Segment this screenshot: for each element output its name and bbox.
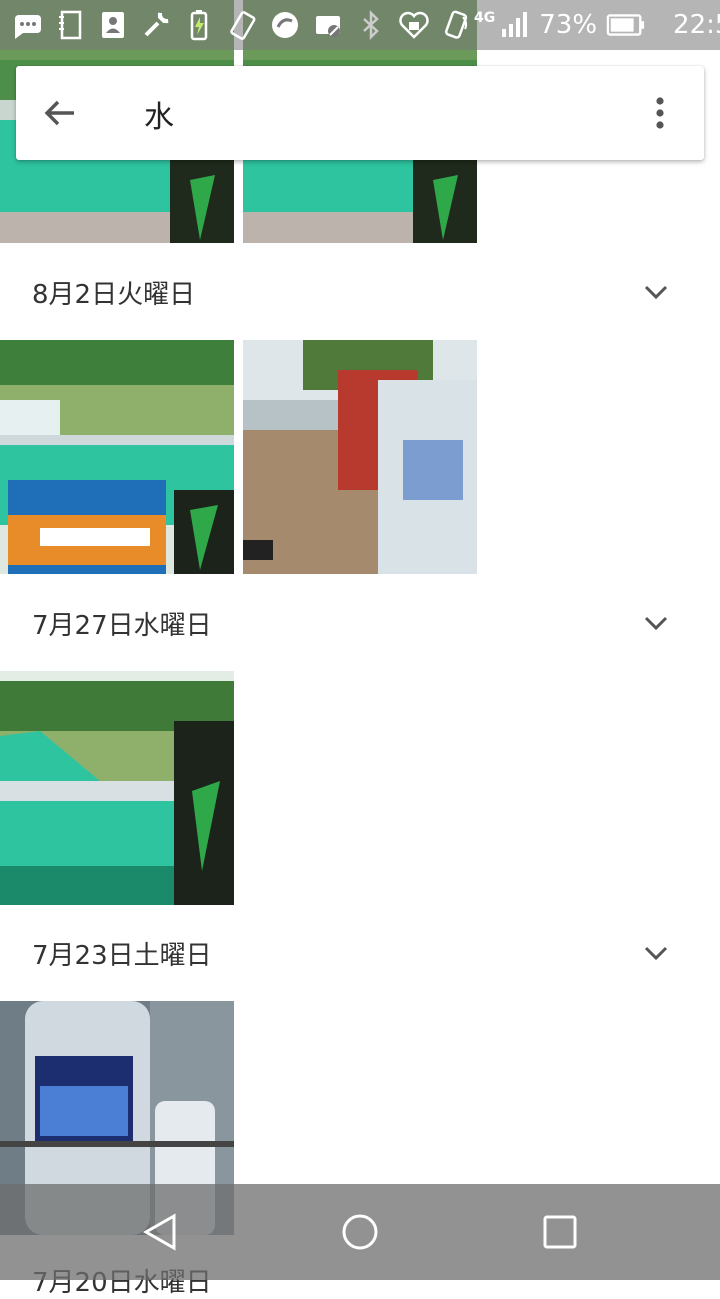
date-label: 8月2日火曜日	[32, 280, 196, 310]
status-bar: 4G 73% 22:59	[0, 0, 720, 50]
battery-percent: 73%	[539, 10, 598, 40]
network-type: 4G	[474, 10, 496, 26]
square-recents-icon[interactable]	[540, 1212, 580, 1252]
chevron-down-icon[interactable]	[640, 937, 672, 969]
photo-thumbnail[interactable]	[0, 340, 234, 574]
date-label: 7月23日土曜日	[32, 941, 212, 971]
circle-home-icon[interactable]	[340, 1212, 380, 1252]
navigation-bar	[0, 1184, 720, 1280]
cast-off-icon	[311, 8, 345, 42]
date-section-header: 7月27日水曜日	[0, 575, 720, 671]
photo-thumbnail[interactable]	[243, 340, 477, 574]
battery-icon	[605, 8, 647, 42]
battery-charging-icon	[182, 8, 216, 42]
arrow-back-icon[interactable]	[40, 93, 80, 133]
contact-card-icon	[96, 8, 130, 42]
date-label: 7月27日水曜日	[32, 611, 212, 641]
date-section-header: 8月2日火曜日	[0, 244, 720, 340]
sync-icon	[268, 8, 302, 42]
date-section-header: 7月23日土曜日	[0, 905, 720, 1001]
search-bar: 水	[16, 66, 704, 160]
wrench-icon	[139, 8, 173, 42]
nfc-icon	[440, 8, 474, 42]
more-vert-icon[interactable]	[640, 93, 680, 133]
search-query[interactable]: 水	[144, 92, 174, 136]
chevron-down-icon[interactable]	[640, 607, 672, 639]
message-icon	[10, 8, 44, 42]
photo-thumbnail[interactable]	[0, 671, 234, 905]
notebook-icon	[53, 8, 87, 42]
screen-rotate-icon	[225, 8, 259, 42]
signal-icon	[497, 8, 531, 42]
clock: 22:59	[673, 10, 720, 40]
bluetooth-icon	[354, 8, 388, 42]
chevron-down-icon[interactable]	[640, 276, 672, 308]
heart-icon	[397, 8, 431, 42]
triangle-back-icon[interactable]	[140, 1212, 180, 1252]
